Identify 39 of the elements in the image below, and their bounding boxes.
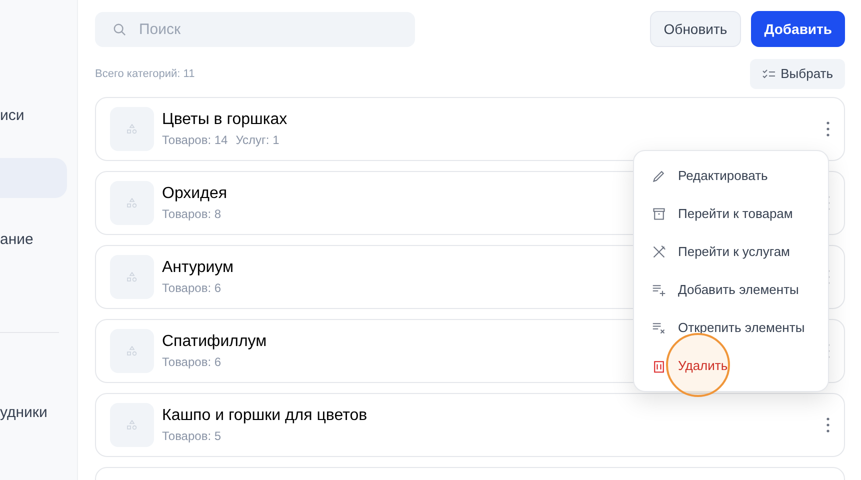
menu-item[interactable]: Перейти к товарам (634, 195, 828, 233)
category-title: Цветы в горшках (162, 110, 288, 130)
search-icon (113, 22, 126, 36)
category-title: Кашпо и горшки для цветов (162, 406, 368, 426)
count-label: Товаров: 5 (162, 428, 222, 445)
search-field[interactable]: Поиск (95, 12, 415, 46)
list-plus-icon (652, 283, 666, 297)
menu-item[interactable]: Удалить (634, 347, 828, 385)
category-title: Антуриум (162, 258, 234, 278)
sidebar-item[interactable]: иси (0, 96, 67, 136)
more-icon[interactable] (826, 417, 830, 433)
list-x-icon (652, 321, 666, 335)
category-card[interactable]: Кашпо и горшки для цветов Товаров: 5 (95, 393, 845, 457)
add-button[interactable]: Добавить (751, 11, 845, 47)
count-label: Товаров: 6 (162, 354, 222, 371)
count-label: Товаров: 6 (162, 280, 222, 297)
sidebar-item[interactable]: ание (0, 220, 67, 260)
box-icon (652, 207, 666, 221)
checklist-icon (762, 69, 775, 79)
sidebar-item[interactable]: удники (0, 393, 67, 433)
total-count: Всего категорий: 11 (95, 66, 195, 82)
count-label: Товаров: 14 (162, 132, 228, 149)
tools-icon (652, 245, 666, 259)
count-label: Услуг: 1 (236, 132, 280, 149)
pencil-icon (652, 169, 666, 183)
category-title: Орхидея (162, 184, 227, 204)
shapes-icon (127, 420, 137, 430)
count-label: Товаров: 8 (162, 206, 222, 223)
category-title: Спатифиллум (162, 332, 267, 352)
select-button[interactable]: Выбрать (750, 59, 845, 89)
more-icon[interactable] (826, 121, 830, 137)
menu-item[interactable]: Добавить элементы (634, 271, 828, 309)
shapes-icon (127, 124, 137, 134)
shapes-icon (127, 346, 137, 356)
shapes-icon (127, 198, 137, 208)
trash-icon (652, 359, 666, 373)
refresh-button[interactable]: Обновить (650, 11, 742, 47)
shapes-icon (127, 272, 137, 282)
category-card[interactable]: Цветы в горшках Товаров: 14 Услуг: 1 (95, 97, 845, 161)
